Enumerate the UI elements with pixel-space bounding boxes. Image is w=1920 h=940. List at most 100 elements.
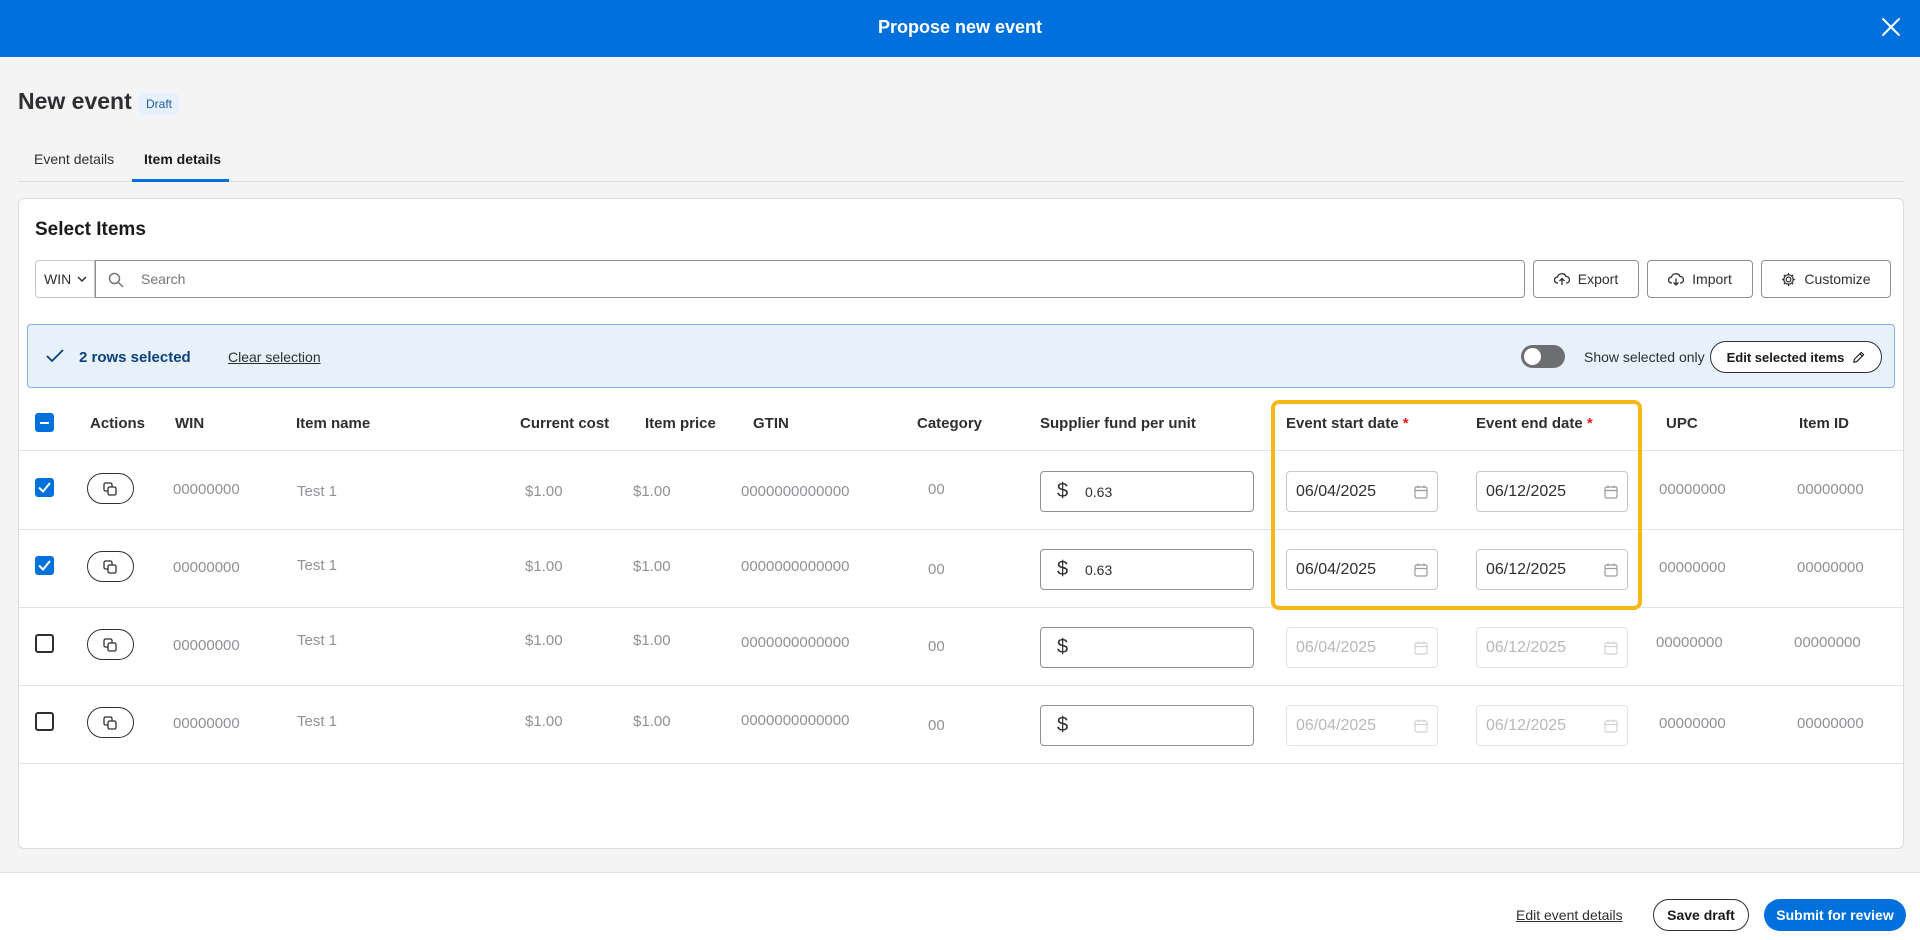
col-win: WIN [175, 415, 205, 432]
calendar-icon [1414, 485, 1428, 499]
required-marker: * [1402, 415, 1409, 432]
copy-row-button[interactable] [87, 551, 134, 582]
active-tab-indicator [132, 179, 229, 182]
supplier-fund-input[interactable] [1085, 550, 1245, 589]
calendar-icon [1604, 641, 1618, 655]
calendar-icon [1414, 641, 1428, 655]
currency-symbol: $ [1057, 714, 1069, 736]
tab-bar: Event details Item details [18, 142, 1904, 182]
currency-symbol: $ [1057, 558, 1069, 580]
calendar-icon [1414, 719, 1428, 733]
cell-gtin: 0000000000000 [741, 483, 850, 500]
event-end-label: Event end date [1476, 415, 1583, 432]
cloud-upload-icon [1553, 273, 1570, 285]
save-draft-button[interactable]: Save draft [1653, 899, 1749, 931]
search-type-select[interactable]: WIN [35, 260, 95, 298]
start-date-value: 06/04/2025 [1296, 561, 1377, 578]
edit-selected-label: Edit selected items [1726, 349, 1845, 365]
supplier-fund-field: $ [1040, 471, 1254, 512]
select-all-checkbox[interactable] [35, 413, 54, 432]
cell-win: 00000000 [173, 481, 240, 498]
show-selected-toggle[interactable] [1521, 345, 1565, 368]
calendar-icon [1604, 563, 1618, 577]
customize-button[interactable]: Customize [1761, 260, 1891, 298]
tab-item-details[interactable]: Item details [144, 151, 221, 167]
import-label: Import [1692, 271, 1732, 287]
col-gtin: GTIN [753, 415, 789, 432]
status-badge: Draft [139, 93, 180, 115]
search-type-value: WIN [44, 271, 72, 287]
page-title: New event [18, 88, 132, 114]
edit-event-details-link[interactable]: Edit event details [1516, 907, 1623, 923]
start-date-value: 06/04/2025 [1296, 717, 1377, 734]
currency-symbol: $ [1057, 480, 1069, 502]
cloud-download-icon [1668, 273, 1685, 286]
col-supplier-fund: Supplier fund per unit [1040, 415, 1196, 432]
cell-item-price: $1.00 [633, 713, 671, 730]
row-checkbox[interactable] [35, 712, 54, 731]
select-items-card: Select Items WIN Export Import Customize… [18, 198, 1904, 849]
start-date-picker[interactable]: 06/04/2025 [1286, 549, 1438, 590]
col-upc: UPC [1666, 415, 1698, 432]
cell-upc: 00000000 [1659, 481, 1726, 498]
check-icon [38, 482, 51, 493]
supplier-fund-input[interactable] [1085, 472, 1245, 511]
submit-for-review-button[interactable]: Submit for review [1764, 899, 1906, 931]
start-date-picker: 06/04/2025 [1286, 627, 1438, 668]
cell-category: 00 [928, 717, 945, 734]
tab-event-details[interactable]: Event details [34, 151, 114, 167]
table-row: 00000000 Test 1 $1.00 $1.00 000000000000… [19, 530, 1903, 608]
cell-item-name: Test 1 [297, 713, 338, 730]
clear-selection-link[interactable]: Clear selection [228, 349, 321, 365]
cell-item-id: 00000000 [1797, 715, 1864, 732]
cell-current-cost: $1.00 [525, 483, 563, 500]
cell-gtin: 0000000000000 [741, 558, 850, 575]
selected-count: 2 rows selected [79, 349, 191, 366]
table-row: 00000000 Test 1 $1.00 $1.00 000000000000… [19, 452, 1903, 530]
start-date-value: 06/04/2025 [1296, 483, 1377, 500]
cell-category: 00 [928, 638, 945, 655]
table-header: Actions WIN Item name Current cost Item … [19, 395, 1903, 451]
start-date-picker: 06/04/2025 [1286, 705, 1438, 746]
cell-item-id: 00000000 [1797, 481, 1864, 498]
supplier-fund-input[interactable] [1085, 628, 1245, 667]
end-date-value: 06/12/2025 [1486, 483, 1567, 500]
end-date-picker[interactable]: 06/12/2025 [1476, 549, 1628, 590]
copy-icon [103, 716, 117, 730]
export-label: Export [1577, 271, 1619, 287]
cell-item-name: Test 1 [297, 632, 338, 649]
copy-row-button[interactable] [87, 473, 134, 504]
cell-category: 00 [928, 561, 945, 578]
export-button[interactable]: Export [1533, 260, 1639, 298]
supplier-fund-field: $ [1040, 627, 1254, 668]
import-button[interactable]: Import [1647, 260, 1753, 298]
end-date-picker: 06/12/2025 [1476, 705, 1628, 746]
modal-title: Propose new event [877, 17, 1043, 37]
toggle-knob [1524, 348, 1541, 365]
end-date-picker[interactable]: 06/12/2025 [1476, 471, 1628, 512]
copy-icon [103, 482, 117, 496]
row-checkbox[interactable] [35, 634, 54, 653]
cell-win: 00000000 [173, 559, 240, 576]
close-icon[interactable] [1880, 16, 1902, 38]
modal-footer: Edit event details Save draft Submit for… [0, 872, 1920, 940]
row-checkbox[interactable] [35, 556, 54, 575]
copy-row-button[interactable] [87, 707, 134, 738]
edit-selected-button[interactable]: Edit selected items [1710, 341, 1882, 373]
col-event-end-date: Event end date * [1476, 415, 1593, 432]
row-checkbox[interactable] [35, 478, 54, 497]
table-row: 00000000 Test 1 $1.00 $1.00 000000000000… [19, 608, 1903, 686]
search-input[interactable] [141, 261, 1511, 297]
calendar-icon [1604, 719, 1618, 733]
cell-item-id: 00000000 [1797, 559, 1864, 576]
supplier-fund-input[interactable] [1085, 706, 1245, 745]
start-date-picker[interactable]: 06/04/2025 [1286, 471, 1438, 512]
gear-icon [1782, 272, 1796, 286]
calendar-icon [1604, 485, 1618, 499]
cell-item-price: $1.00 [633, 483, 671, 500]
show-selected-label: Show selected only [1584, 349, 1705, 365]
cell-category: 00 [928, 481, 945, 498]
pencil-icon [1853, 351, 1865, 363]
copy-row-button[interactable] [87, 629, 134, 660]
cell-win: 00000000 [173, 715, 240, 732]
